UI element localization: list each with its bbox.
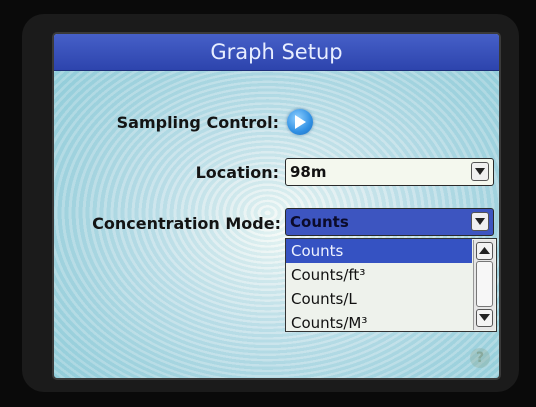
play-icon bbox=[295, 115, 306, 129]
concentration-mode-dropdown-button[interactable] bbox=[471, 212, 489, 231]
concentration-mode-value: Counts bbox=[290, 213, 349, 231]
help-icon[interactable]: ? bbox=[470, 348, 490, 368]
chevron-up-icon bbox=[479, 247, 490, 254]
option-counts[interactable]: Counts bbox=[286, 239, 472, 263]
scroll-thumb[interactable] bbox=[476, 261, 493, 307]
location-select[interactable]: 98m bbox=[285, 158, 494, 186]
window-title: Graph Setup bbox=[54, 34, 499, 71]
location-label: Location: bbox=[195, 163, 279, 182]
options-scrollbar[interactable] bbox=[473, 240, 495, 330]
sampling-control-play-button[interactable] bbox=[287, 109, 313, 135]
concentration-mode-select[interactable]: Counts bbox=[285, 208, 494, 236]
chevron-down-icon bbox=[475, 168, 485, 175]
option-counts-per-ft3[interactable]: Counts/ft³ bbox=[286, 263, 472, 287]
option-counts-per-l[interactable]: Counts/L bbox=[286, 287, 472, 311]
option-counts-per-m3[interactable]: Counts/M³ bbox=[286, 311, 472, 331]
concentration-mode-label: Concentration Mode: bbox=[92, 214, 281, 233]
location-value: 98m bbox=[290, 163, 327, 181]
lcd-screen: Graph Setup Sampling Control: Location: … bbox=[52, 32, 501, 380]
location-dropdown-button[interactable] bbox=[471, 162, 489, 181]
concentration-mode-options-list[interactable]: Counts Counts/ft³ Counts/L Counts/M³ bbox=[285, 238, 497, 332]
chevron-down-icon bbox=[475, 218, 485, 225]
scroll-up-button[interactable] bbox=[476, 242, 493, 260]
chevron-down-icon bbox=[479, 314, 490, 321]
sampling-control-label: Sampling Control: bbox=[116, 113, 279, 132]
scroll-down-button[interactable] bbox=[476, 309, 493, 327]
